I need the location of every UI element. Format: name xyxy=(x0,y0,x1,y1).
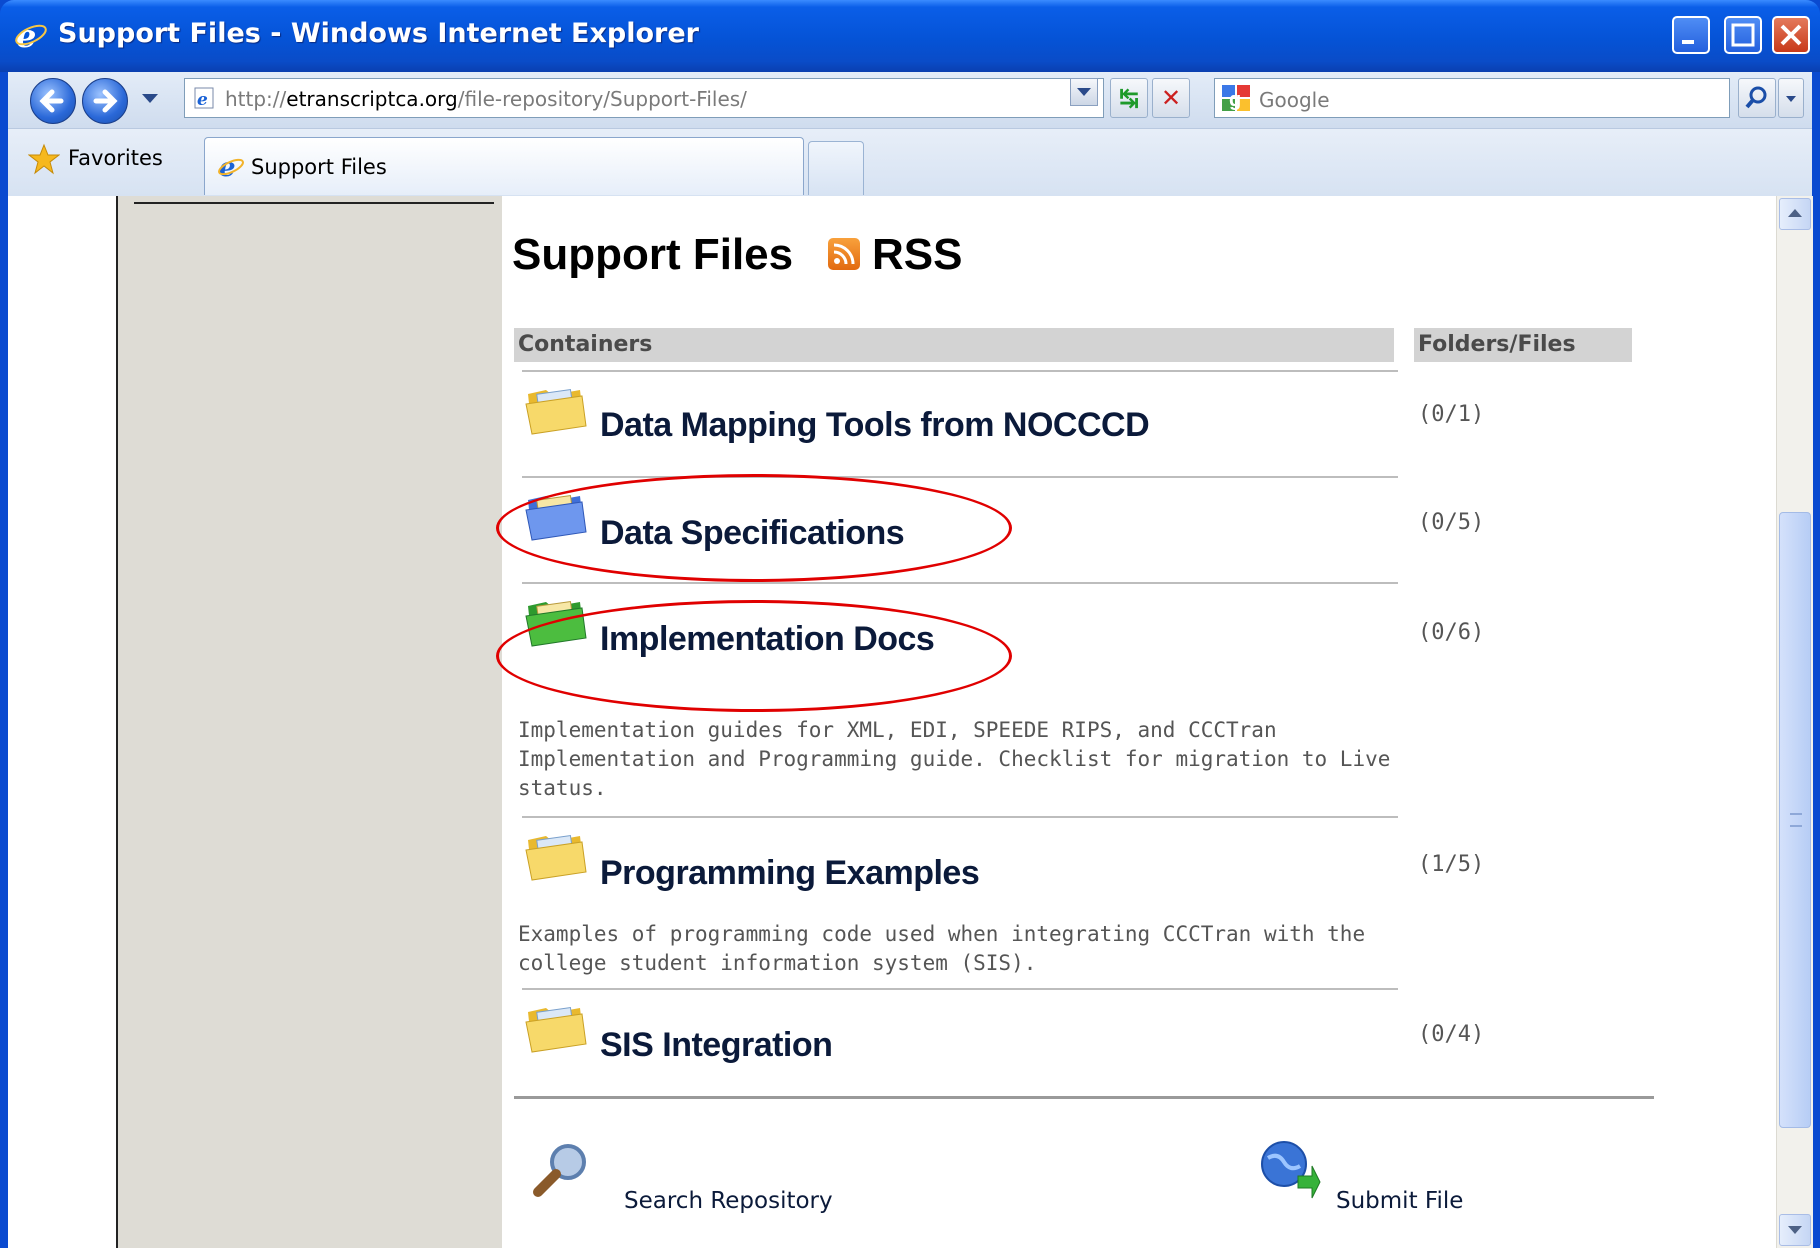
svg-text:e: e xyxy=(197,90,208,109)
scroll-down-button[interactable] xyxy=(1779,1214,1811,1246)
rss-link[interactable]: RSS xyxy=(872,230,962,280)
yellow-folder-icon[interactable] xyxy=(524,380,588,436)
forward-button[interactable] xyxy=(82,78,128,124)
favorites-bar: Favorites e Support Files xyxy=(8,128,1812,197)
new-tab-button[interactable] xyxy=(808,141,864,195)
left-nav-divider xyxy=(134,202,494,204)
container-link-sis-integration[interactable]: SIS Integration xyxy=(600,1026,833,1065)
maximize-icon xyxy=(1731,23,1755,47)
container-link-data-mapping[interactable]: Data Mapping Tools from NOCCCD xyxy=(600,406,1150,445)
container-count: (0/6) xyxy=(1418,620,1485,645)
search-placeholder: Google xyxy=(1259,88,1330,112)
search-button[interactable] xyxy=(1738,78,1776,118)
magnifier-icon xyxy=(1745,86,1767,109)
scroll-grip-icon xyxy=(1790,813,1802,827)
address-dropdown-button[interactable] xyxy=(1070,78,1098,106)
vertical-scrollbar[interactable] xyxy=(1776,196,1813,1248)
browser-chrome: e http://etranscriptca.org/file-reposito… xyxy=(8,72,1812,197)
minimize-button[interactable] xyxy=(1672,16,1710,54)
highlight-ellipse xyxy=(496,600,1012,712)
navigation-bar: e http://etranscriptca.org/file-reposito… xyxy=(8,72,1812,128)
address-bar[interactable]: e http://etranscriptca.org/file-reposito… xyxy=(184,78,1104,118)
rss-feed-icon xyxy=(833,243,855,265)
search-options-button[interactable] xyxy=(1778,78,1804,118)
minimize-icon xyxy=(1682,40,1694,44)
container-description: Examples of programming code used when i… xyxy=(518,922,1366,975)
google-icon: g xyxy=(1222,85,1250,111)
recent-pages-dropdown[interactable] xyxy=(142,94,158,103)
tab-support-files[interactable]: e Support Files xyxy=(204,137,804,195)
title-bar: e Support Files - Windows Internet Explo… xyxy=(0,0,1820,72)
search-repository-link[interactable]: Search Repository xyxy=(624,1188,833,1214)
favorites-star-icon xyxy=(28,143,60,175)
page-title: Support Files xyxy=(512,230,794,279)
stop-button[interactable]: ✕ xyxy=(1152,78,1190,118)
content-bottom-divider xyxy=(514,1096,1654,1099)
forward-arrow-icon xyxy=(93,89,118,113)
ie-logo-icon: e xyxy=(15,18,47,52)
window-frame-right xyxy=(1812,72,1820,1248)
container-count: (0/4) xyxy=(1418,1022,1485,1047)
window-frame-left xyxy=(0,72,8,1248)
tab-label: Support Files xyxy=(251,155,387,179)
main-content: Support Files RSS Containers Folders/Fil… xyxy=(496,196,1776,1248)
yellow-folder-icon[interactable] xyxy=(524,826,588,882)
close-button[interactable] xyxy=(1772,16,1810,54)
row-divider xyxy=(522,988,1398,990)
column-header-containers: Containers xyxy=(514,328,1394,362)
rss-icon[interactable] xyxy=(828,238,860,270)
container-count: (1/5) xyxy=(1418,852,1485,877)
container-count: (0/5) xyxy=(1418,510,1485,535)
submit-file-globe-icon[interactable] xyxy=(1254,1136,1322,1204)
maximize-button[interactable] xyxy=(1724,16,1762,54)
close-icon xyxy=(1780,24,1802,46)
yellow-folder-icon[interactable] xyxy=(524,998,588,1054)
submit-file-link[interactable]: Submit File xyxy=(1336,1188,1463,1214)
left-navigation-panel xyxy=(118,196,502,1248)
search-repository-icon[interactable] xyxy=(526,1140,594,1208)
container-count: (0/1) xyxy=(1418,402,1485,427)
page-viewport: Support Files RSS Containers Folders/Fil… xyxy=(8,196,1776,1248)
favorites-button[interactable]: Favorites xyxy=(68,146,163,170)
container-description: Implementation guides for XML, EDI, SPEE… xyxy=(518,718,1391,800)
scroll-up-button[interactable] xyxy=(1779,198,1811,230)
refresh-button[interactable]: ↹ xyxy=(1110,78,1148,118)
row-divider xyxy=(522,582,1398,584)
browser-window: e Support Files - Windows Internet Explo… xyxy=(0,0,1820,1248)
svg-text:g: g xyxy=(1229,89,1241,111)
refresh-icon: ↹ xyxy=(1118,84,1140,112)
back-arrow-icon xyxy=(39,89,64,113)
row-divider xyxy=(522,816,1398,818)
back-button[interactable] xyxy=(30,78,76,124)
row-divider xyxy=(522,370,1398,372)
address-url: http://etranscriptca.org/file-repository… xyxy=(225,87,747,111)
scroll-thumb[interactable] xyxy=(1779,512,1811,1128)
stop-icon: ✕ xyxy=(1160,84,1182,112)
page-left-margin xyxy=(8,196,118,1248)
ie-tab-icon: e xyxy=(218,153,244,180)
search-box[interactable]: g Google xyxy=(1214,78,1730,118)
page-icon: e xyxy=(194,87,214,109)
container-link-programming-examples[interactable]: Programming Examples xyxy=(600,854,980,893)
highlight-ellipse xyxy=(496,474,1012,582)
column-header-folders-files: Folders/Files xyxy=(1414,328,1632,362)
window-title: Support Files - Windows Internet Explore… xyxy=(58,18,699,49)
